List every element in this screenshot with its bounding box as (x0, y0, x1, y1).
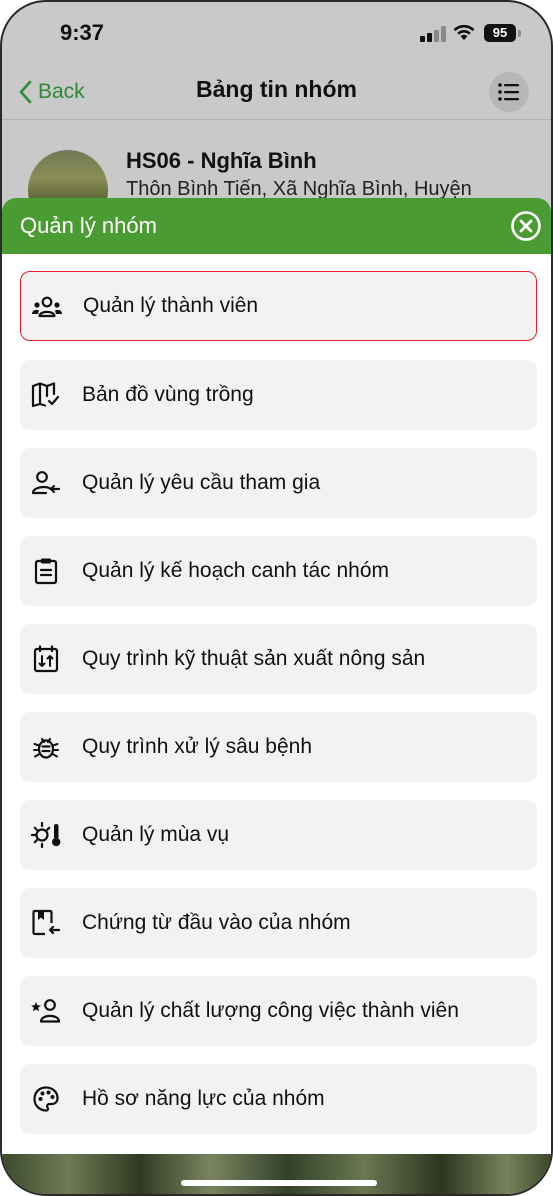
menu-item-member-management[interactable]: Quản lý thành viên (20, 271, 537, 341)
menu-item-join-requests[interactable]: Quản lý yêu cầu tham gia (20, 448, 537, 518)
person-request-icon (30, 470, 62, 496)
menu-item-label: Quản lý yêu cầu tham gia (82, 471, 321, 494)
menu-item-label: Quản lý thành viên (83, 294, 259, 317)
page-title: Bảng tin nhóm (196, 76, 357, 102)
menu-item-label: Chứng từ đầu vào của nhóm (82, 911, 351, 934)
status-bar: 9:37 95 (2, 2, 551, 64)
group-management-sheet: Quản lý nhóm Quản lý thành viên Bản đồ v… (2, 198, 551, 1156)
status-time: 9:37 (60, 20, 105, 45)
cellular-signal-icon (420, 26, 446, 42)
menu-item-work-quality[interactable]: Quản lý chất lượng công việc thành viên (20, 976, 537, 1046)
menu-item-label: Quản lý kế hoạch canh tác nhóm (82, 559, 390, 582)
list-icon (498, 83, 519, 101)
menu-item-label: Bản đồ vùng trồng (82, 383, 254, 406)
wifi-icon (453, 24, 475, 40)
group-icon (31, 294, 63, 320)
group-header: HS06 - Nghĩa Bình Thôn Bình Tiến, Xã Ngh… (2, 120, 551, 230)
group-name: HS06 - Nghĩa Bình (126, 148, 317, 173)
calendar-swap-icon (30, 645, 62, 673)
home-indicator[interactable] (181, 1180, 377, 1186)
map-icon (30, 382, 62, 408)
sheet-title: Quản lý nhóm (20, 213, 157, 238)
menu-item-label: Quy trình xử lý sâu bệnh (82, 735, 313, 758)
navigation-bar: Back Bảng tin nhóm (2, 64, 551, 120)
palette-icon (30, 1086, 62, 1112)
menu-item-label: Quy trình kỹ thuật sản xuất nông sản (82, 647, 426, 670)
bug-icon (30, 734, 62, 760)
menu-item-farming-plan[interactable]: Quản lý kế hoạch canh tác nhóm (20, 536, 537, 606)
weather-thermometer-icon (30, 821, 62, 849)
battery-tip (518, 30, 521, 37)
phone-screen: 9:37 95 Back Bảng tin nhóm HS06 - Nghĩa … (0, 0, 553, 1196)
sheet-header: Quản lý nhóm (2, 198, 551, 254)
document-return-icon (30, 909, 62, 936)
menu-item-label: Hồ sơ năng lực của nhóm (82, 1087, 325, 1110)
person-star-icon (30, 998, 62, 1024)
clipboard-icon (30, 558, 62, 585)
menu-button[interactable] (489, 72, 529, 112)
battery-indicator: 95 (484, 24, 516, 42)
menu-item-label: Quản lý mùa vụ (82, 823, 230, 846)
close-icon[interactable] (510, 210, 542, 242)
menu-item-growing-area-map[interactable]: Bản đồ vùng trồng (20, 360, 537, 430)
menu-item-input-documents[interactable]: Chứng từ đầu vào của nhóm (20, 888, 537, 958)
menu-item-capability-profile[interactable]: Hồ sơ năng lực của nhóm (20, 1064, 537, 1134)
menu-item-pest-process[interactable]: Quy trình xử lý sâu bệnh (20, 712, 537, 782)
menu-item-season-management[interactable]: Quản lý mùa vụ (20, 800, 537, 870)
background-photo-strip (2, 1154, 551, 1194)
menu-item-production-process[interactable]: Quy trình kỹ thuật sản xuất nông sản (20, 624, 537, 694)
menu-item-label: Quản lý chất lượng công việc thành viên (82, 999, 459, 1022)
